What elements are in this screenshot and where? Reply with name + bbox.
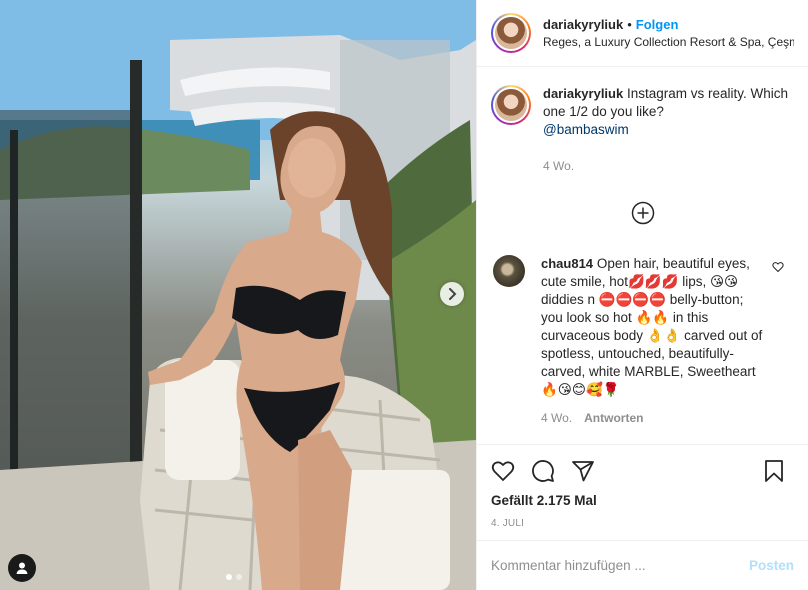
plus-circle-icon[interactable] (631, 201, 655, 225)
header-username[interactable]: dariakyryliuk (543, 17, 623, 32)
comment-composer: Posten (477, 540, 808, 590)
heart-icon (491, 461, 515, 481)
post-date[interactable]: 4. JULI (491, 518, 794, 529)
comment-avatar[interactable] (493, 255, 525, 287)
share-icon (572, 461, 594, 482)
caption: dariakyryliuk Instagram vs reality. Whic… (491, 85, 794, 175)
bookmark-icon (765, 460, 783, 482)
comment-button[interactable] (531, 459, 555, 483)
carousel-dot (236, 574, 242, 580)
photo-scene (0, 0, 476, 590)
user-tag-icon (16, 562, 28, 574)
post-photo[interactable] (0, 0, 476, 590)
reply-button[interactable]: Antworten (584, 411, 643, 425)
post-comment-button[interactable]: Posten (749, 558, 794, 573)
save-button[interactable] (762, 459, 786, 483)
post-header: dariakyryliuk • Folgen Reges, a Luxury Col… (477, 0, 808, 67)
tagged-users-button[interactable] (8, 554, 36, 582)
post-actions: Gefällt 2.175 Mal 4. JULI (477, 444, 808, 540)
share-button[interactable] (571, 459, 595, 483)
comment-input[interactable] (491, 558, 749, 573)
comment-age: 4 Wo. (541, 411, 573, 425)
location-link[interactable]: Reges, a Luxury Collection Resort & Spa,… (543, 34, 794, 51)
carousel-next-button[interactable] (440, 282, 464, 306)
carousel-indicator (226, 574, 242, 580)
caption-username[interactable]: dariakyryliuk (543, 86, 623, 101)
comment-username[interactable]: chau814 (541, 256, 593, 271)
comments-list[interactable]: dariakyryliuk Instagram vs reality. Whic… (477, 67, 808, 445)
carousel-dot-active (226, 574, 232, 580)
comment: chau814 Open hair, beautiful eyes, cute … (491, 255, 794, 427)
chevron-right-icon (449, 288, 457, 300)
comment-icon (532, 460, 554, 482)
like-button[interactable] (491, 459, 515, 483)
avatar[interactable] (491, 13, 531, 53)
caption-mention[interactable]: @bambaswim (543, 122, 629, 137)
caption-avatar[interactable] (491, 85, 531, 125)
post-side-panel: dariakyryliuk • Folgen Reges, a Luxury Col… (476, 0, 808, 590)
follow-button[interactable]: Folgen (636, 17, 679, 32)
caption-age: 4 Wo. (543, 159, 575, 173)
likes-count[interactable]: Gefällt 2.175 Mal (491, 493, 794, 508)
comment-like-icon[interactable] (772, 261, 784, 273)
separator-dot: • (627, 16, 632, 32)
comment-text: Open hair, beautiful eyes, cute smile, h… (541, 256, 763, 397)
